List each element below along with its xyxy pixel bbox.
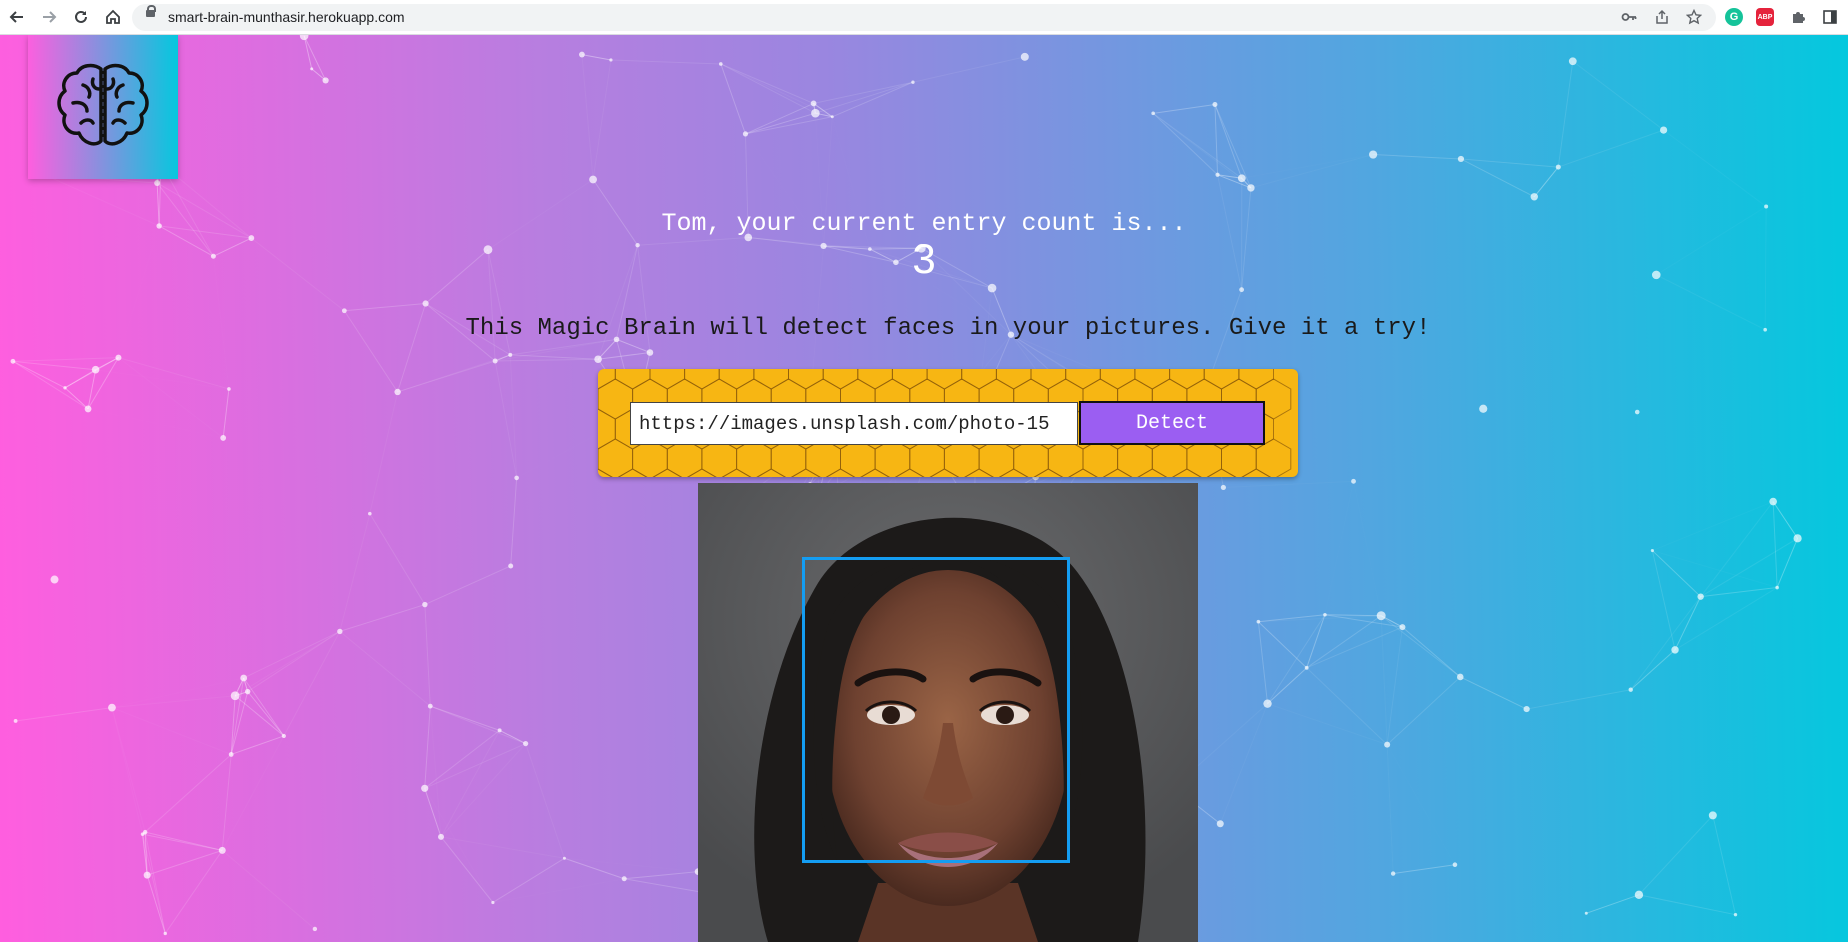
grammarly-icon[interactable]: G xyxy=(1725,8,1743,26)
brain-logo[interactable] xyxy=(28,35,178,179)
intro-text: This Magic Brain will detect faces in yo… xyxy=(465,315,1431,342)
brain-icon xyxy=(57,63,149,146)
reload-icon[interactable] xyxy=(68,4,94,30)
side-panel-icon[interactable] xyxy=(1818,5,1842,29)
adblock-icon[interactable]: ABP xyxy=(1756,8,1774,26)
forward-arrow-icon[interactable] xyxy=(36,4,62,30)
face-bounding-box xyxy=(802,557,1070,863)
key-icon[interactable] xyxy=(1617,5,1641,29)
face-image xyxy=(698,483,1198,942)
home-icon[interactable] xyxy=(100,4,126,30)
image-link-form: Detect xyxy=(598,369,1298,477)
app-page: Tom, your current entry count is... 3 Th… xyxy=(0,35,1848,942)
lock-icon xyxy=(146,5,156,17)
detect-button[interactable]: Detect xyxy=(1079,401,1265,445)
entry-count-text: Tom, your current entry count is... xyxy=(661,209,1187,238)
image-url-input[interactable] xyxy=(630,402,1078,445)
star-icon[interactable] xyxy=(1682,5,1706,29)
share-icon[interactable] xyxy=(1650,5,1674,29)
browser-toolbar: smart-brain-munthasir.herokuapp.com G AB… xyxy=(0,0,1848,35)
entry-count-value: 3 xyxy=(912,235,936,282)
address-bar[interactable]: smart-brain-munthasir.herokuapp.com xyxy=(132,4,1716,31)
puzzle-extension-icon[interactable] xyxy=(1786,5,1810,29)
back-arrow-icon[interactable] xyxy=(4,4,30,30)
url-text: smart-brain-munthasir.herokuapp.com xyxy=(168,9,405,25)
